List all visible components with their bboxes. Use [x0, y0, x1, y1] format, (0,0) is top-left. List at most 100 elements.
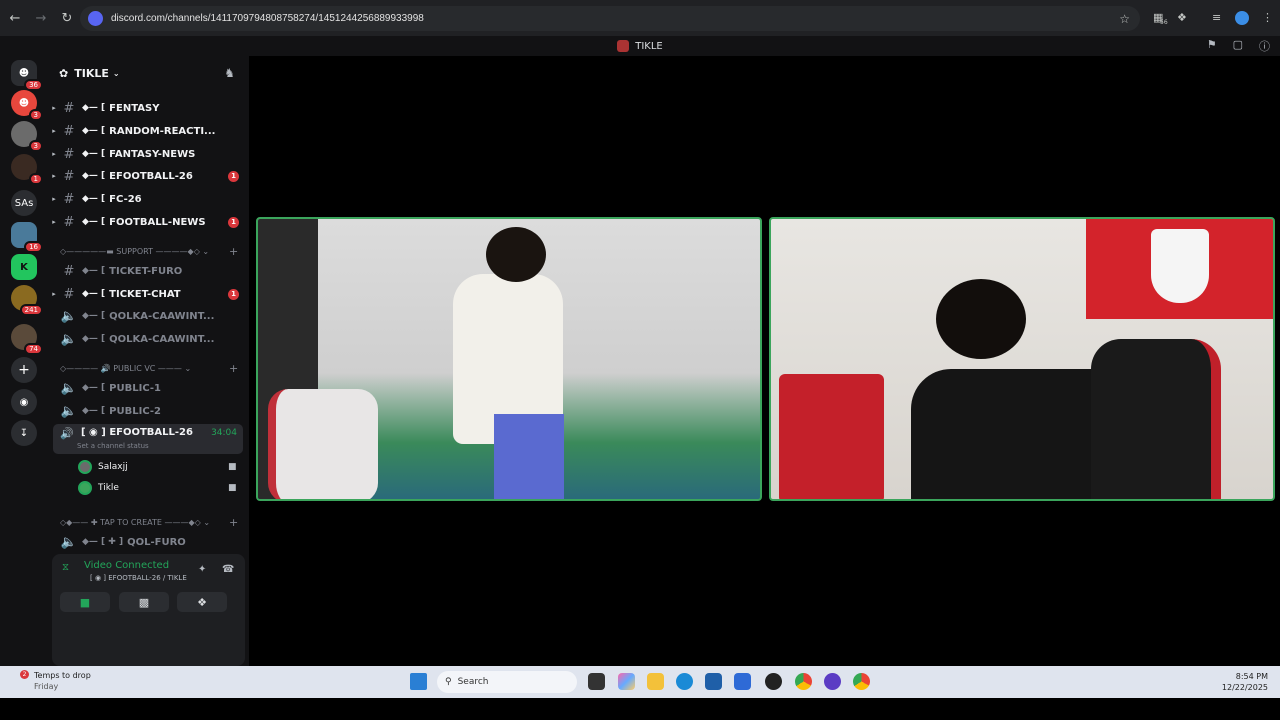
profile-icon[interactable] [1235, 11, 1249, 25]
server-icon[interactable]: 74 [11, 324, 43, 355]
channel-ticket-chat[interactable]: ▸ # ◆— [TICKET-CHAT 1 [48, 284, 249, 304]
unread-badge: 1 [228, 170, 239, 182]
unread-badge: 1 [228, 216, 239, 228]
store-icon[interactable] [705, 673, 722, 690]
active-voice-channel[interactable]: 🔊 [ ◉ ] EFOOTBALL-26 34:04 Set a channel… [53, 424, 243, 454]
channel-efootball-26[interactable]: ▸ # ◆— [EFOOTBALL-26 1 [48, 166, 249, 186]
url-text: discord.com/channels/1411709794808758274… [111, 13, 424, 24]
flag-icon[interactable]: ⚑ [1207, 38, 1217, 54]
bookmark-star-icon[interactable]: ☆ [1119, 12, 1130, 26]
channel-status[interactable]: Set a channel status [77, 442, 149, 450]
task-view-icon[interactable] [588, 673, 605, 690]
app-icon[interactable] [824, 673, 841, 690]
weather-widget[interactable]: 2 Temps to drop Friday [14, 670, 91, 692]
channel-prefix-icon: ◆— [ [82, 289, 106, 299]
inbox-icon[interactable]: ▢ [1233, 38, 1243, 54]
badge: 74 [24, 343, 43, 355]
server-icon[interactable]: 241 [11, 285, 43, 316]
channel-fc-26[interactable]: ▸ # ◆— [FC-26 [48, 189, 249, 209]
server-icon[interactable]: 1 [11, 154, 43, 185]
noise-suppression-icon[interactable]: ✦ [198, 564, 206, 575]
disconnect-icon[interactable]: ☎ [222, 564, 234, 575]
server-sas[interactable]: SAs [11, 190, 37, 216]
channel-qolka-2[interactable]: 🔈 ◆— [QOLKA-CAAWINT... [48, 329, 249, 349]
taskbar-search[interactable]: ⚲ Search [437, 671, 577, 693]
channel-public-1[interactable]: 🔈 ◆— [PUBLIC-1 [48, 378, 249, 398]
connected-channel[interactable]: [ ◉ ] EFOOTBALL-26 / TIKLE [90, 574, 187, 582]
add-channel-icon[interactable]: + [229, 362, 238, 375]
category-support[interactable]: ◇—————▬ SUPPORT ————◆◇ ⌄ + [60, 245, 238, 258]
app-icon[interactable] [765, 673, 782, 690]
activities-button[interactable]: ❖ [177, 592, 227, 612]
hash-icon: # [63, 146, 75, 162]
category-public-vc[interactable]: ◇———— 🔊 PUBLIC VC ——— ⌄ + [60, 362, 238, 375]
window-title: TIKLE [635, 40, 663, 52]
signal-icon[interactable]: ⧖ [62, 562, 69, 573]
extension-icon[interactable]: ▦ 56 [1153, 11, 1168, 26]
menu-icon[interactable]: ⋮ [1262, 11, 1276, 25]
server-icon[interactable]: 3 [11, 121, 43, 152]
channel-random-reactions[interactable]: ▸ # ◆— [RANDOM-REACTI... [48, 121, 249, 141]
voice-user[interactable]: Salaxjj ■ [78, 460, 237, 474]
channel-prefix-icon: ◆— [ [82, 171, 106, 181]
copilot-icon[interactable] [618, 673, 635, 690]
channel-label: TICKET-CHAT [109, 288, 181, 300]
hash-icon: # [63, 100, 75, 116]
server-icon-active[interactable]: 16 [11, 222, 43, 253]
channel-public-2[interactable]: 🔈 ◆— [PUBLIC-2 [48, 401, 249, 421]
screen-share-button[interactable]: ▩ [119, 592, 169, 612]
mail-icon[interactable] [734, 673, 751, 690]
tab-search-icon[interactable]: ≡ [1212, 11, 1226, 25]
collapse-icon: ▸ [52, 172, 56, 180]
video-chair-shape [268, 389, 378, 499]
file-explorer-icon[interactable] [647, 673, 664, 690]
video-tile[interactable] [769, 217, 1275, 501]
channel-qolka-1[interactable]: 🔈 ◆— [QOLKA-CAAWINT... [48, 306, 249, 326]
direct-messages-icon[interactable]: ☻ 36 [11, 60, 43, 91]
connection-status[interactable]: Video Connected [84, 560, 169, 571]
video-person-head-shape [936, 279, 1026, 359]
video-tile[interactable] [256, 217, 762, 501]
edge-icon[interactable] [676, 673, 693, 690]
download-icon[interactable]: ↧ [11, 420, 37, 446]
channel-qol-furo[interactable]: 🔈 ◆— [ ✚ ] QOL-FURO [48, 532, 249, 552]
channel-ticket-furo[interactable]: # ◆— [TICKET-FURO [48, 261, 249, 281]
puzzle-icon[interactable]: ❖ [1177, 11, 1191, 25]
channel-label: QOLKA-CAAWINT... [109, 333, 215, 345]
voice-username: Salaxjj [98, 462, 128, 472]
site-info-icon[interactable] [88, 11, 103, 26]
badge: 3 [28, 109, 43, 121]
server-header[interactable]: ✿ TIKLE ⌄ ♞ [48, 56, 249, 90]
channel-fentasy[interactable]: ▸ # ◆— [FENTASY [48, 98, 249, 118]
chrome-icon[interactable] [853, 673, 870, 690]
address-bar[interactable]: discord.com/channels/1411709794808758274… [80, 6, 1140, 31]
category-tap-to-create[interactable]: ◇◆—— ✚ TAP TO CREATE ———◆◇ ⌄ + [60, 516, 238, 529]
server-icon[interactable]: ☻ 3 [11, 90, 43, 121]
add-channel-icon[interactable]: + [229, 516, 238, 529]
avatar [78, 460, 92, 474]
discover-icon[interactable]: ◉ [11, 389, 37, 415]
reload-icon[interactable]: ↻ [56, 7, 78, 29]
invite-people-icon[interactable]: ♞ [224, 66, 235, 80]
hash-icon: # [63, 263, 75, 279]
badge: 16 [24, 241, 43, 253]
server-icon[interactable]: K [11, 254, 37, 280]
voice-user[interactable]: Tikle ■ [78, 481, 237, 495]
system-clock[interactable]: 8:54 PM 12/22/2025 [1222, 671, 1268, 693]
start-icon[interactable] [410, 673, 427, 690]
hash-icon: # [63, 286, 75, 302]
channel-football-news[interactable]: ▸ # ◆— [FOOTBALL-NEWS 1 [48, 212, 249, 232]
camera-button[interactable]: ■ [60, 592, 110, 612]
forward-icon[interactable]: → [30, 7, 52, 29]
badge: 1 [28, 173, 43, 185]
chrome-icon[interactable] [795, 673, 812, 690]
windows-taskbar: 2 Temps to drop Friday ⚲ Search 8:54 PM … [0, 666, 1280, 698]
screen-border [0, 698, 1280, 720]
screen-share-icon: ▩ [138, 595, 150, 609]
channel-fantasy-news[interactable]: ▸ # ◆— [FANTASY-NEWS [48, 144, 249, 164]
add-channel-icon[interactable]: + [229, 245, 238, 258]
add-server-icon[interactable]: + [11, 357, 37, 383]
browser-toolbar: ← → ↻ discord.com/channels/1411709794808… [0, 0, 1280, 36]
back-icon[interactable]: ← [4, 7, 26, 29]
help-icon[interactable]: ⓘ [1259, 38, 1270, 54]
